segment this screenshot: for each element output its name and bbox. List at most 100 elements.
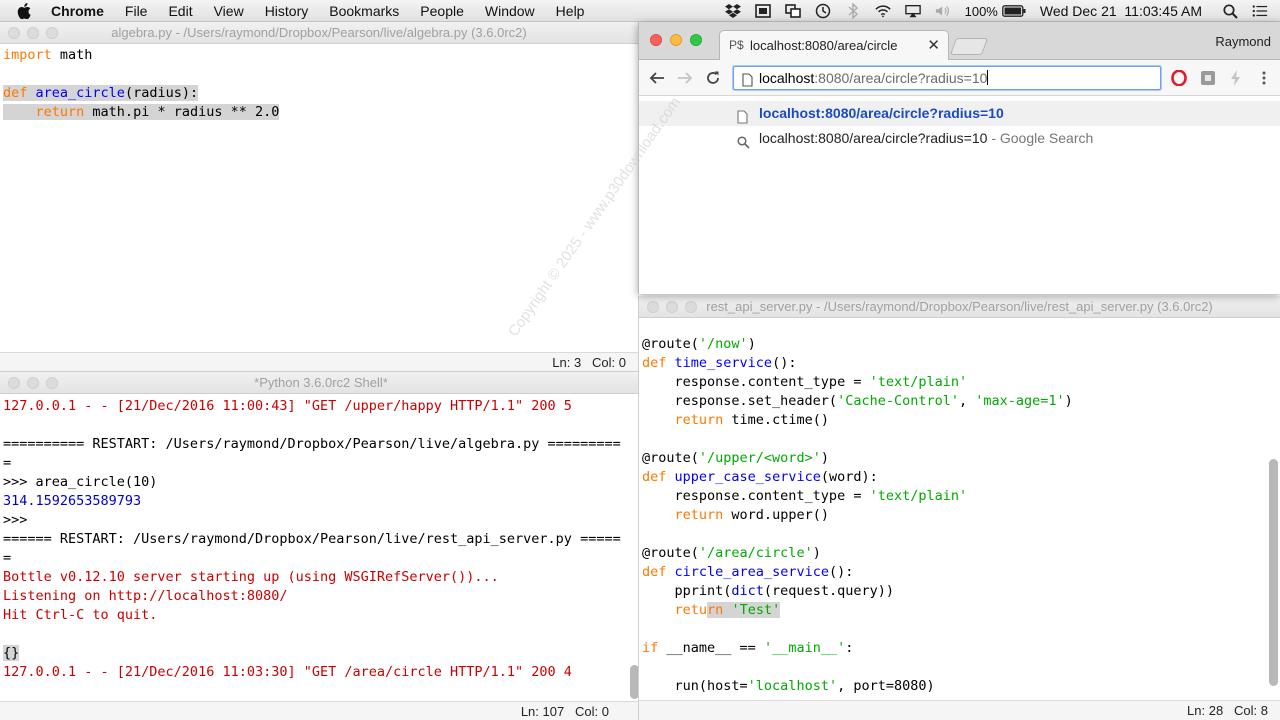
profile-name[interactable]: Raymond xyxy=(1215,34,1271,49)
server-code-token: : xyxy=(845,640,854,656)
shell-code-line: >>> xyxy=(3,511,628,530)
time-machine-icon[interactable] xyxy=(815,3,831,19)
server-code-line: return 'Test' xyxy=(642,601,1262,620)
back-icon[interactable] xyxy=(647,68,667,88)
menu-help[interactable]: Help xyxy=(556,3,585,19)
menu-bookmarks[interactable]: Bookmarks xyxy=(329,3,399,19)
minimize-button[interactable] xyxy=(27,27,39,39)
server-code-token: (word): xyxy=(820,469,878,485)
zoom-button[interactable] xyxy=(46,377,58,389)
minimize-window-button[interactable] xyxy=(670,34,682,46)
close-window-button[interactable] xyxy=(650,34,662,46)
omnibox-suggestion-search[interactable]: localhost:8080/area/circle?radius=10 - G… xyxy=(639,126,1280,151)
spotlight-search-icon[interactable] xyxy=(1222,3,1238,19)
menu-history[interactable]: History xyxy=(265,3,309,19)
shell-code-line: Bottle v0.12.10 server starting up (usin… xyxy=(3,568,628,587)
suggestion-search-query: localhost:8080/area/circle?radius=10 xyxy=(759,130,988,146)
zoom-window-button[interactable] xyxy=(690,34,702,46)
minimize-button[interactable] xyxy=(27,377,39,389)
server-code-token: if xyxy=(642,640,659,656)
shell-code-token: 127.0.0.1 - - [21/Dec/2016 11:00:43] "GE… xyxy=(3,398,572,414)
server-code-token: return xyxy=(674,507,724,523)
close-button[interactable] xyxy=(8,377,20,389)
editor-title-bar[interactable]: algebra.py - /Users/raymond/Dropbox/Pear… xyxy=(0,22,638,44)
shell-code-token: ====== RESTART: /Users/raymond/Dropbox/P… xyxy=(3,531,621,547)
server-code-line: def time_service(): xyxy=(642,354,1262,373)
shell-code-token: {} xyxy=(3,645,20,661)
shell-code-line: 127.0.0.1 - - [21/Dec/2016 11:03:30] "GE… xyxy=(3,663,628,682)
editor-text-area[interactable]: import math def area_circle(radius): retu… xyxy=(3,46,622,122)
tab-close-icon[interactable]: ✕ xyxy=(927,31,940,60)
address-bar[interactable]: localhost:8080/area/circle?radius=10 xyxy=(733,66,1161,90)
close-button[interactable] xyxy=(8,27,20,39)
text-caret xyxy=(987,70,989,85)
window-manager-icon[interactable] xyxy=(784,4,801,18)
server-code-line: pprint(dict(request.query)) xyxy=(642,582,1262,601)
server-code-line xyxy=(642,620,1262,639)
menu-people[interactable]: People xyxy=(420,3,464,19)
bluetooth-icon[interactable] xyxy=(845,3,861,19)
editor-code-token: math.pi * radius ** 2.0 xyxy=(84,104,280,120)
extension-icon[interactable] xyxy=(1199,69,1217,87)
server-editor-title-bar[interactable]: rest_api_server.py - /Users/raymond/Drop… xyxy=(639,296,1280,318)
shell-code-token: >>> area_circle(10) xyxy=(3,474,158,490)
menu-edit[interactable]: Edit xyxy=(168,3,192,19)
server-code-line: response.set_header('Cache-Control', 'ma… xyxy=(642,392,1262,411)
shell-code-line: ====== RESTART: /Users/raymond/Dropbox/P… xyxy=(3,530,628,549)
apple-menu-icon[interactable] xyxy=(17,2,33,19)
close-button[interactable] xyxy=(647,301,659,313)
zoom-button[interactable] xyxy=(685,301,697,313)
server-code-token xyxy=(642,602,675,618)
wifi-icon[interactable] xyxy=(874,4,891,18)
menu-view[interactable]: View xyxy=(214,3,244,19)
shell-output[interactable]: 127.0.0.1 - - [21/Dec/2016 11:00:43] "GE… xyxy=(3,397,628,682)
server-code-token: @route( xyxy=(642,336,699,352)
server-code-token: response.content_type = xyxy=(642,488,870,504)
minimize-button[interactable] xyxy=(666,301,678,313)
app-menu-chrome[interactable]: Chrome xyxy=(51,3,104,19)
server-editor-scrollbar[interactable] xyxy=(1269,459,1278,686)
server-code-line: if __name__ == '__main__': xyxy=(642,639,1262,658)
notification-center-icon[interactable] xyxy=(1252,4,1268,18)
shell-status-bar: Ln: 107 Col: 0 xyxy=(0,701,642,720)
server-code-token: retu xyxy=(674,602,708,618)
volume-icon[interactable] xyxy=(935,4,951,18)
server-code-line: run(host='localhost', port=8080) xyxy=(642,677,1262,696)
dropbox-icon[interactable] xyxy=(724,4,741,18)
editor-code-token: return xyxy=(35,104,85,120)
forward-icon[interactable] xyxy=(675,68,695,88)
server-code-token: circle_area_service xyxy=(674,564,829,580)
menu-file[interactable]: File xyxy=(125,3,148,19)
shell-code-token: >>> xyxy=(3,512,36,528)
server-code-token xyxy=(666,564,674,580)
shell-title-bar[interactable]: *Python 3.6.0rc2 Shell* xyxy=(0,372,642,394)
server-code-token: 'max-age=1' xyxy=(975,393,1065,409)
server-code-token: word.upper() xyxy=(723,507,829,523)
shell-code-token: 127.0.0.1 - - [21/Dec/2016 11:03:30] "GE… xyxy=(3,664,572,680)
chrome-menu-icon[interactable] xyxy=(1255,69,1273,87)
shell-code-token: Listening on http://localhost:8080/ xyxy=(3,588,288,604)
battery-icon[interactable] xyxy=(1002,4,1026,18)
shell-cursor-position: Ln: 107 Col: 0 xyxy=(520,704,609,719)
menu-window[interactable]: Window xyxy=(485,3,535,19)
tab-area-circle[interactable]: P$ localhost:8080/area/circle ✕ xyxy=(719,30,949,61)
airplay-icon[interactable] xyxy=(904,4,921,18)
zoom-button[interactable] xyxy=(46,27,58,39)
shell-code-token: ========== RESTART: /Users/raymond/Dropb… xyxy=(3,436,621,452)
editor-code-line xyxy=(3,65,622,84)
omnibox-suggestion-url[interactable]: localhost:8080/area/circle?radius=10 xyxy=(639,101,1280,126)
server-code-token: time.ctime() xyxy=(723,412,829,428)
lightning-extension-icon[interactable] xyxy=(1227,69,1245,87)
server-code-token: rn xyxy=(707,602,724,618)
server-code-token: (): xyxy=(828,564,854,580)
reload-icon[interactable] xyxy=(703,68,723,88)
new-tab-button[interactable] xyxy=(949,38,989,55)
server-editor-text-area[interactable]: @route('/now') def time_service(): respon… xyxy=(642,335,1262,696)
clock[interactable]: Wed Dec 21 11:03:45 AM xyxy=(1040,3,1202,19)
server-code-token: (): xyxy=(772,355,797,371)
screen-capture-icon[interactable] xyxy=(754,4,771,18)
server-code-line: @route('/upper/<word>') xyxy=(642,449,1262,468)
opera-extension-icon[interactable] xyxy=(1170,69,1188,87)
editor-code-line: return math.pi * radius ** 2.0 xyxy=(3,103,622,122)
server-code-token: 'localhost' xyxy=(747,678,838,694)
